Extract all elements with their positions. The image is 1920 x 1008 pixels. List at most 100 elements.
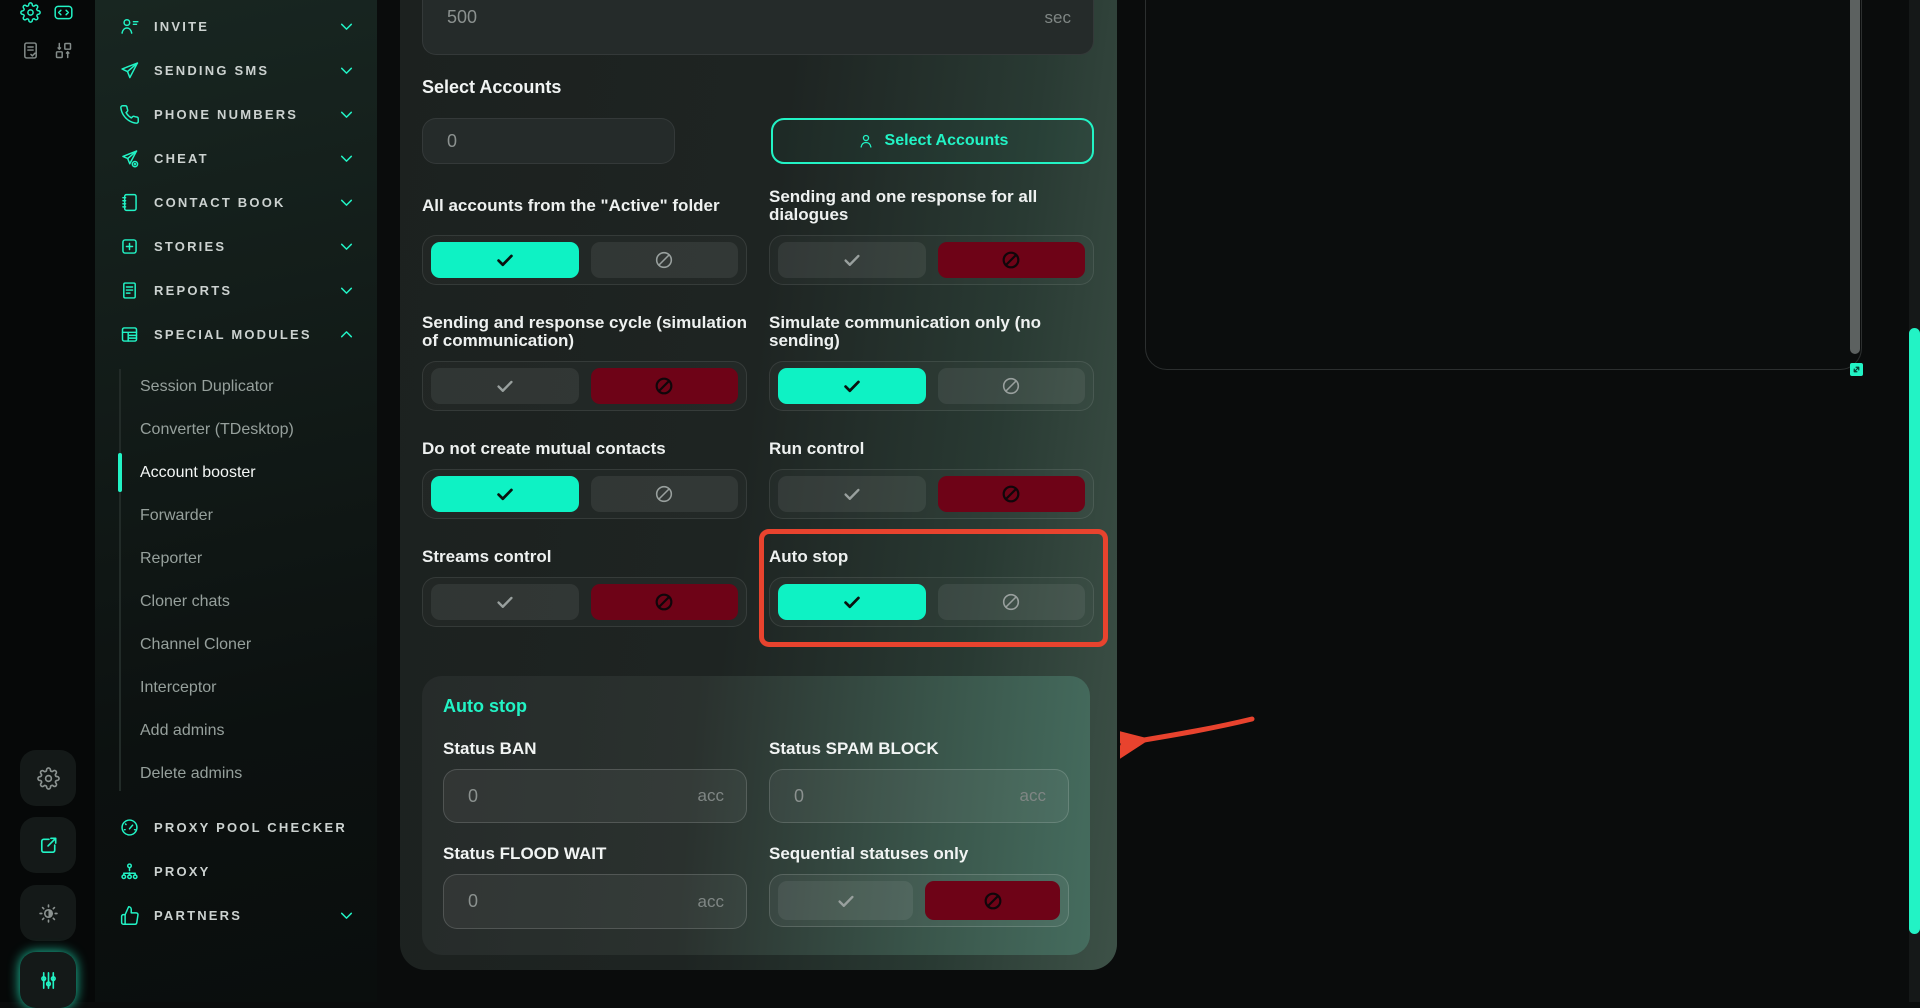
toggle-no-button[interactable] xyxy=(938,242,1086,278)
duration-input[interactable] xyxy=(445,6,1033,29)
chevron-down-icon xyxy=(336,148,357,169)
submenu-item-add-admins[interactable]: Add admins xyxy=(95,709,377,752)
select-accounts-button-label: Select Accounts xyxy=(885,132,1009,150)
status-ban-input[interactable] xyxy=(466,785,686,808)
window-scrollbar-thumb[interactable] xyxy=(1909,328,1920,934)
toggle-yes-button[interactable] xyxy=(778,368,926,404)
toggle-streams-control[interactable] xyxy=(422,577,747,627)
submenu-item-label: Session Duplicator xyxy=(140,378,273,396)
toggle-no-button[interactable] xyxy=(938,476,1086,512)
chevron-down-icon xyxy=(336,192,357,213)
chevron-down-icon xyxy=(336,16,357,37)
theme-button[interactable] xyxy=(20,885,76,941)
status-spam-block-input[interactable] xyxy=(792,785,1008,808)
toggle-yes-button[interactable] xyxy=(431,584,579,620)
status-ban-field: acc xyxy=(443,769,747,823)
user-icon xyxy=(857,132,875,150)
toggle-yes-button[interactable] xyxy=(431,368,579,404)
toggle-row: Sending and response cycle (simulation o… xyxy=(422,311,1094,411)
check-icon xyxy=(841,249,863,271)
toggle-run-control[interactable] xyxy=(769,469,1094,519)
modules-grid-icon xyxy=(119,324,140,345)
toggle-label: Sending and one response for all dialogu… xyxy=(769,185,1094,227)
toggle-yes-button[interactable] xyxy=(778,242,926,278)
submenu-item-converter-tdesktop[interactable]: Converter (TDesktop) xyxy=(95,408,377,451)
toggle-auto-stop[interactable] xyxy=(769,577,1094,627)
toggle-sending-one-response[interactable] xyxy=(769,235,1094,285)
sidebar-item-reports[interactable]: REPORTS xyxy=(95,268,377,312)
sidebar-item-proxy-pool-checker[interactable]: PROXY POOL CHECKER xyxy=(95,805,377,849)
sidebar-item-label: STORIES xyxy=(154,239,322,254)
toggle-no-button[interactable] xyxy=(591,368,739,404)
toggle-no-mutual-contacts[interactable] xyxy=(422,469,747,519)
toggle-label: Auto stop xyxy=(769,545,1094,569)
accounts-count-field xyxy=(422,118,675,164)
submenu-item-reporter[interactable]: Reporter xyxy=(95,537,377,580)
toggle-sending-response-cycle[interactable] xyxy=(422,361,747,411)
submenu-item-label: Forwarder xyxy=(140,507,213,525)
submenu-item-interceptor[interactable]: Interceptor xyxy=(95,666,377,709)
sidebar-item-proxy[interactable]: PROXY xyxy=(95,849,377,893)
field-label: Status SPAM BLOCK xyxy=(769,739,1069,761)
submenu-item-session-duplicator[interactable]: Session Duplicator xyxy=(95,365,377,408)
auto-stop-card: Auto stop Status BAN acc Status SPAM BLO… xyxy=(422,676,1090,955)
toggle-yes-button[interactable] xyxy=(431,476,579,512)
toggle-yes-button[interactable] xyxy=(778,881,913,920)
settings-button[interactable] xyxy=(20,750,76,806)
toggle-all-accounts-active-folder[interactable] xyxy=(422,235,747,285)
log-panel-scrollbar[interactable] xyxy=(1850,0,1860,354)
external-link-button[interactable] xyxy=(20,817,76,873)
toggle-yes-button[interactable] xyxy=(778,584,926,620)
submenu-item-forwarder[interactable]: Forwarder xyxy=(95,494,377,537)
prohibited-icon xyxy=(653,249,675,271)
sidebar-item-label: CONTACT BOOK xyxy=(154,195,322,210)
equalizer-button[interactable] xyxy=(20,952,76,1008)
toggle-no-button[interactable] xyxy=(938,584,1086,620)
toggle-yes-button[interactable] xyxy=(778,476,926,512)
sidebar-item-contact-book[interactable]: CONTACT BOOK xyxy=(95,180,377,224)
sidebar-item-label: PROXY POOL CHECKER xyxy=(154,820,357,835)
accounts-count-input[interactable] xyxy=(445,130,652,153)
clipboard-check-icon[interactable] xyxy=(20,40,41,61)
check-icon xyxy=(841,483,863,505)
toggle-sequential-statuses-only[interactable] xyxy=(769,874,1069,927)
toggle-no-button[interactable] xyxy=(938,368,1086,404)
icon-rail xyxy=(0,0,95,1002)
toggle-label: Sending and response cycle (simulation o… xyxy=(422,311,747,353)
toggle-simulate-communication-only[interactable] xyxy=(769,361,1094,411)
toggle-no-button[interactable] xyxy=(591,242,739,278)
duration-suffix: sec xyxy=(1045,8,1071,28)
submenu-item-cloner-chats[interactable]: Cloner chats xyxy=(95,580,377,623)
submenu-item-channel-cloner[interactable]: Channel Cloner xyxy=(95,623,377,666)
field-label: Status BAN xyxy=(443,739,747,761)
status-flood-wait-input[interactable] xyxy=(466,890,686,913)
sidebar-item-label: SENDING SMS xyxy=(154,63,322,78)
toggle-no-button[interactable] xyxy=(591,476,739,512)
code-icon[interactable] xyxy=(53,2,74,23)
field-label: Status FLOOD WAIT xyxy=(443,844,747,866)
sidebar-item-stories[interactable]: STORIES xyxy=(95,224,377,268)
sidebar-item-special-modules[interactable]: SPECIAL MODULES xyxy=(95,312,377,356)
toggle-no-button[interactable] xyxy=(925,881,1060,920)
bot-gear-icon[interactable] xyxy=(20,2,41,23)
submenu-item-account-booster[interactable]: Account booster xyxy=(95,451,377,494)
check-icon xyxy=(494,483,516,505)
submenu-item-label: Cloner chats xyxy=(140,593,230,611)
swap-icon[interactable] xyxy=(53,40,74,61)
thumbs-up-icon xyxy=(119,905,140,926)
sidebar-item-phone-numbers[interactable]: PHONE NUMBERS xyxy=(95,92,377,136)
toggle-no-button[interactable] xyxy=(591,584,739,620)
chevron-up-icon xyxy=(336,324,357,345)
resize-handle[interactable] xyxy=(1850,363,1863,376)
auto-stop-title: Auto stop xyxy=(443,696,1069,718)
sidebar-item-cheat[interactable]: CHEAT xyxy=(95,136,377,180)
submenu-item-delete-admins[interactable]: Delete admins xyxy=(95,752,377,795)
sidebar-item-sending-sms[interactable]: SENDING SMS xyxy=(95,48,377,92)
toggle-yes-button[interactable] xyxy=(431,242,579,278)
toggle-row: All accounts from the "Active" folder Se… xyxy=(422,185,1094,285)
settings-panel: sec Select Accounts Select Accounts All … xyxy=(400,0,1117,970)
special-modules-submenu: Session Duplicator Converter (TDesktop) … xyxy=(95,365,377,795)
select-accounts-button[interactable]: Select Accounts xyxy=(771,118,1094,164)
sidebar-item-partners[interactable]: PARTNERS xyxy=(95,893,377,937)
sidebar-item-invite[interactable]: INVITE xyxy=(95,4,377,48)
